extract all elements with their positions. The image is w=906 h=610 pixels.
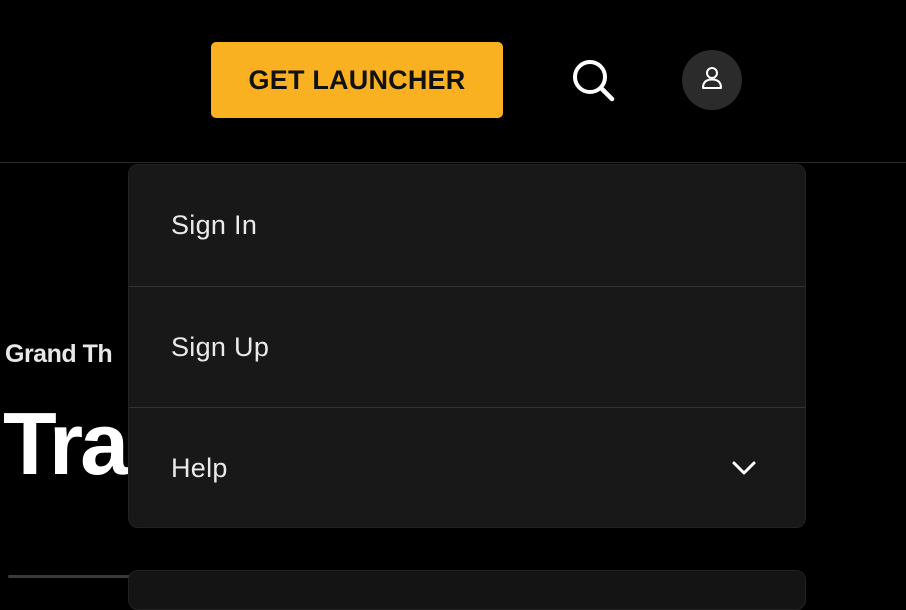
menu-item-help[interactable]: Help xyxy=(129,407,805,527)
get-launcher-button[interactable]: GET LAUNCHER xyxy=(211,42,503,118)
account-button[interactable] xyxy=(682,50,742,110)
content-panel xyxy=(128,570,806,610)
menu-item-sign-up[interactable]: Sign Up xyxy=(129,286,805,407)
search-button[interactable] xyxy=(567,56,619,108)
menu-item-sign-in[interactable]: Sign In xyxy=(129,165,805,286)
menu-item-label: Sign In xyxy=(171,210,258,240)
menu-item-label: Sign Up xyxy=(171,331,270,362)
chevron-down-icon[interactable] xyxy=(729,453,759,483)
user-icon xyxy=(699,65,725,96)
account-dropdown-menu: Sign In Sign Up Help xyxy=(128,164,806,528)
game-title: Trai xyxy=(3,394,151,493)
divider xyxy=(8,575,138,578)
game-publisher-text: Grand Th xyxy=(5,340,113,368)
top-header: GET LAUNCHER xyxy=(0,0,906,163)
menu-item-label: Help xyxy=(171,452,228,483)
search-icon xyxy=(570,57,616,108)
